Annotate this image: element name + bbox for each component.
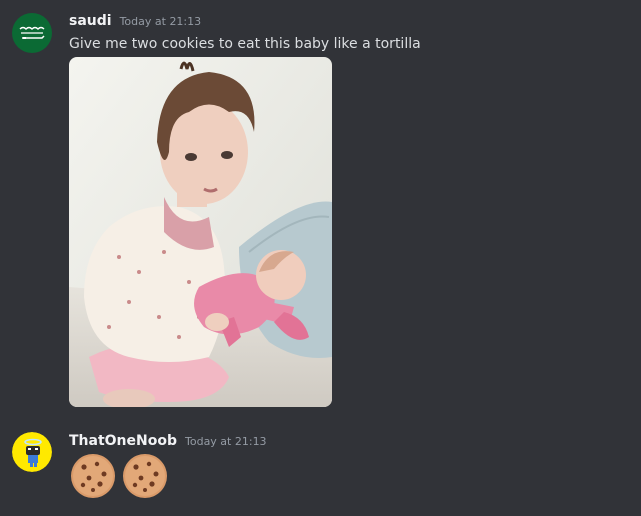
saudi-flag-icon (12, 13, 52, 53)
avatar-saudi[interactable] (12, 13, 52, 53)
emoji-message (69, 452, 173, 500)
cookie-icon[interactable] (121, 452, 169, 500)
cartoon-avatar-icon (12, 432, 52, 472)
username-thatonenoob[interactable]: ThatOneNoob (69, 432, 177, 450)
message-thatonenoob: ThatOneNoob Today at 21:13 (0, 425, 641, 516)
username-saudi[interactable]: saudi (69, 12, 112, 30)
message-text: Give me two cookies to eat this baby lik… (69, 36, 421, 52)
timestamp[interactable]: Today at 21:13 (185, 433, 267, 451)
message-list: saudi Today at 21:13 Give me two cookies… (0, 0, 641, 516)
avatar-thatonenoob[interactable] (12, 432, 52, 472)
cookie-icon[interactable] (69, 452, 117, 500)
image-attachment[interactable] (69, 57, 332, 407)
timestamp[interactable]: Today at 21:13 (120, 13, 202, 31)
message-saudi: saudi Today at 21:13 Give me two cookies… (0, 0, 641, 410)
